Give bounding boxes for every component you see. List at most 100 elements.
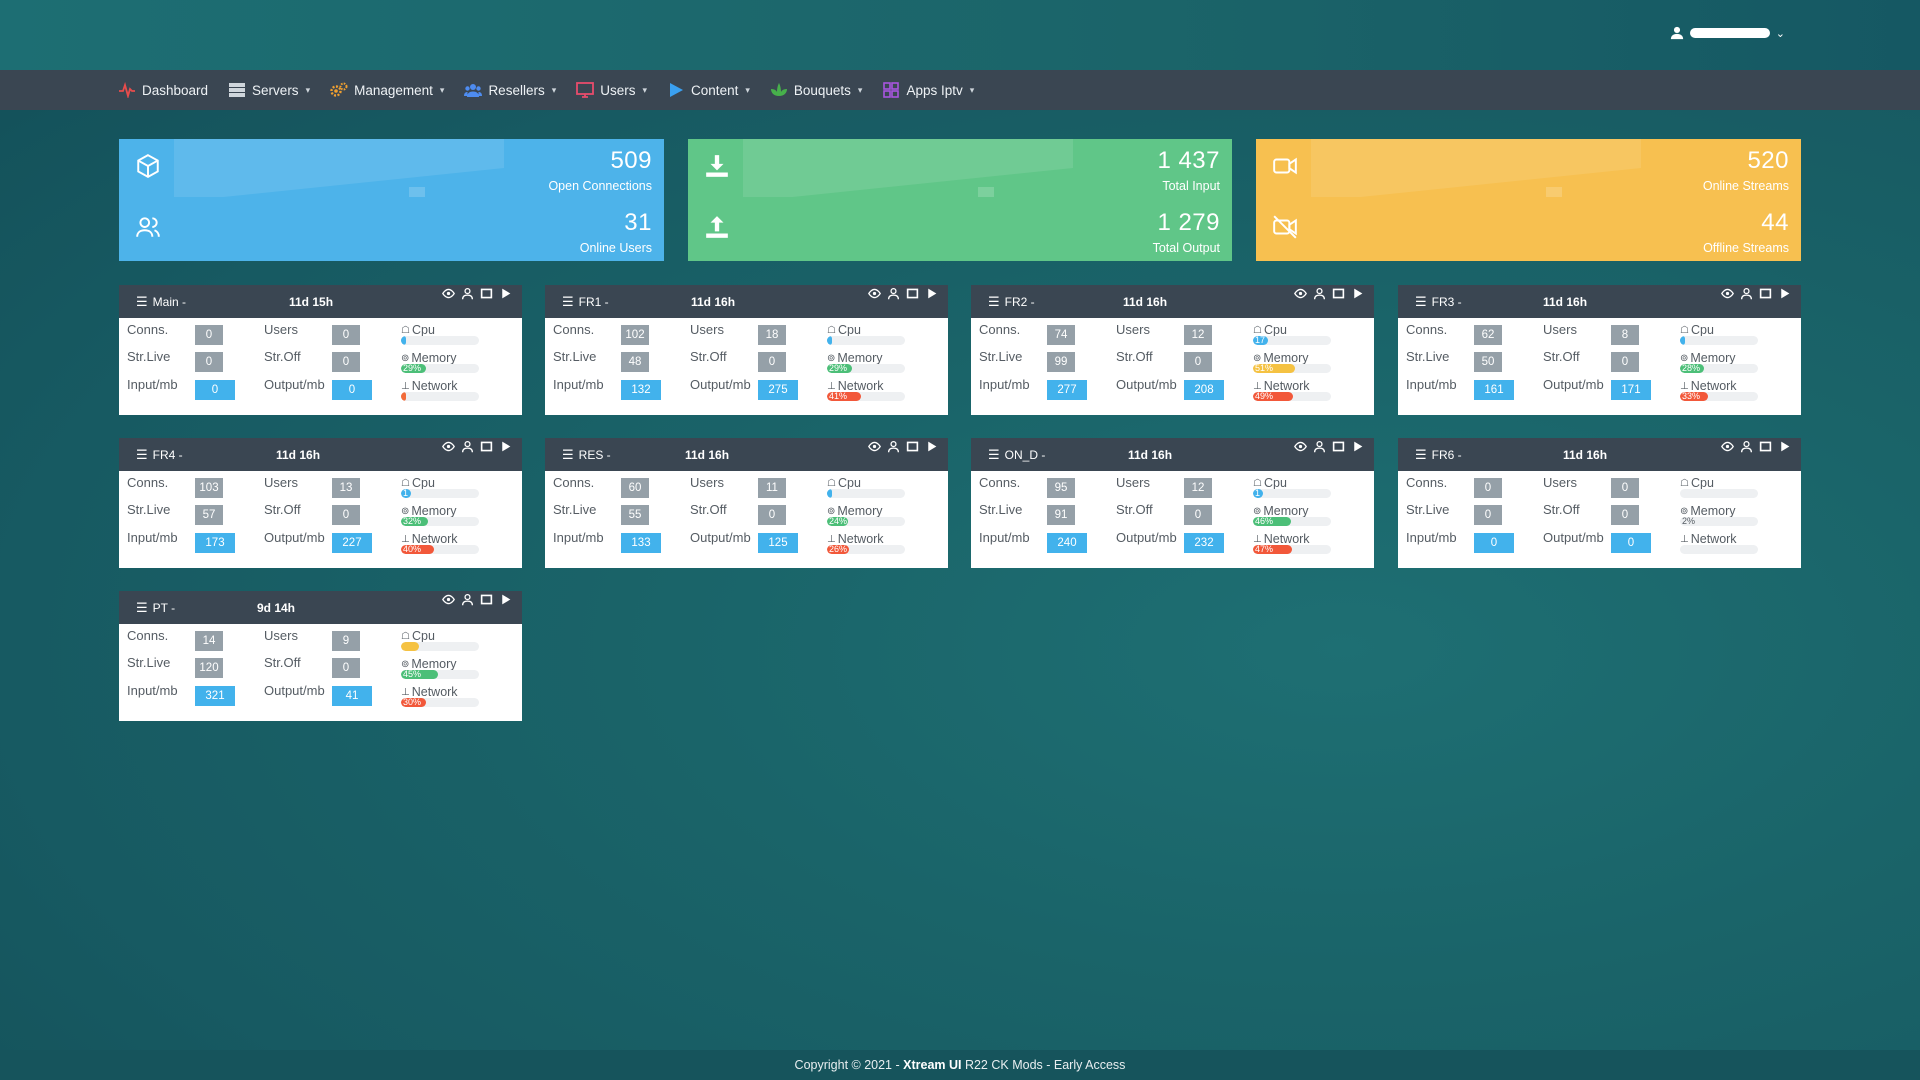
eye-icon[interactable]	[1721, 287, 1734, 300]
square-icon[interactable]	[1332, 440, 1345, 453]
memory-icon: ⊚	[1680, 352, 1689, 364]
user-icon[interactable]	[461, 440, 474, 453]
eye-icon[interactable]	[1721, 440, 1734, 453]
stat-label-output: Output/mb	[1543, 530, 1604, 545]
square-icon[interactable]	[1759, 287, 1772, 300]
stat-label-output: Output/mb	[264, 530, 325, 545]
memory-icon: ⊚	[1253, 505, 1262, 517]
stat-label-str-off: Str.Off	[264, 349, 301, 364]
network-progress-fill: 41%	[827, 392, 861, 401]
nav-item-management[interactable]: Management ▾	[330, 82, 444, 98]
square-icon[interactable]	[1759, 440, 1772, 453]
nav-item-apps-iptv[interactable]: Apps Iptv ▾	[882, 82, 974, 98]
value-str-live: 0	[195, 352, 223, 372]
chevron-down-icon: ▾	[642, 84, 648, 95]
play-icon[interactable]	[1778, 287, 1791, 300]
footer: Copyright © 2021 - Xtream UI R22 CK Mods…	[0, 1050, 1920, 1080]
eye-icon[interactable]	[1294, 287, 1307, 300]
play-icon[interactable]	[499, 287, 512, 300]
user-icon[interactable]	[461, 593, 474, 606]
value-conns: 102	[621, 325, 649, 345]
eye-icon[interactable]	[442, 287, 455, 300]
user-icon[interactable]	[1313, 440, 1326, 453]
server-title: ☰ PT -	[136, 600, 175, 616]
memory-icon: ⊚	[827, 352, 836, 364]
user-icon[interactable]	[1740, 287, 1753, 300]
user-icon[interactable]	[461, 287, 474, 300]
nav-item-dashboard[interactable]: Dashboard	[118, 82, 208, 98]
stat-label-users: Users	[264, 475, 298, 490]
user-icon[interactable]	[887, 287, 900, 300]
play-icon[interactable]	[1351, 287, 1364, 300]
server-card-header: ☰ PT - 9d 14h	[119, 591, 522, 624]
stat-label-output: Output/mb	[264, 683, 325, 698]
nav-item-bouquets[interactable]: Bouquets ▾	[770, 82, 862, 98]
play-icon[interactable]	[925, 287, 938, 300]
square-icon[interactable]	[1332, 287, 1345, 300]
play-icon[interactable]	[499, 440, 512, 453]
value-input: 173	[195, 533, 235, 553]
nav-item-label: Dashboard	[142, 82, 209, 98]
leaf-icon	[770, 82, 788, 98]
metric-memory: ⊚ Memory	[1680, 351, 1736, 365]
user-menu[interactable]: ⌄	[1670, 26, 1785, 40]
metric-label: Network	[1690, 532, 1737, 546]
cpu-progress-bar	[1680, 489, 1758, 498]
eye-icon[interactable]	[1294, 440, 1307, 453]
server-title: ☰ Main -	[136, 294, 186, 310]
server-card: ☰ PT - 9d 14h Conns. Str.Live Input/mb Users St…	[119, 591, 522, 721]
network-progress-text: 30%	[403, 698, 422, 707]
value-str-off: 0	[332, 352, 360, 372]
memory-progress-fill: 51%	[1253, 364, 1295, 373]
square-icon[interactable]	[906, 440, 919, 453]
cpu-progress-bar: 17	[1253, 336, 1331, 345]
server-card-header: ☰ FR6 - 11d 16h	[1398, 438, 1801, 471]
user-icon[interactable]	[887, 440, 900, 453]
metric-label: Cpu	[1690, 323, 1714, 337]
value-str-off: 0	[758, 505, 786, 525]
stat-label-str-live: Str.Live	[127, 502, 171, 517]
play-icon	[667, 82, 685, 98]
memory-icon: ⊚	[1680, 505, 1689, 517]
metric-cpu: ☖ Cpu	[401, 629, 435, 643]
square-icon[interactable]	[906, 287, 919, 300]
memory-progress-text: 32%	[403, 517, 422, 526]
eye-icon[interactable]	[442, 440, 455, 453]
value-output: 208	[1184, 380, 1224, 400]
play-icon[interactable]	[1778, 440, 1791, 453]
user-icon[interactable]	[1313, 287, 1326, 300]
metric-memory: ⊚ Memory	[1680, 504, 1736, 518]
cpu-progress-fill	[1680, 489, 1758, 498]
chevron-down-icon: ⌄	[1775, 27, 1785, 40]
nav-item-users[interactable]: Users ▾	[576, 82, 647, 98]
metric-cpu: ☖ Cpu	[401, 323, 435, 337]
value-input: 132	[621, 380, 661, 400]
nav-item-servers[interactable]: Servers ▾	[228, 82, 310, 98]
nav-item-resellers[interactable]: Resellers ▾	[464, 82, 556, 98]
stat-label-users: Users	[264, 628, 298, 643]
network-icon: ⊥	[401, 380, 410, 392]
square-icon[interactable]	[480, 440, 493, 453]
metric-cpu: ☖ Cpu	[1680, 476, 1714, 490]
nav-item-content[interactable]: Content ▾	[667, 82, 750, 98]
value-users: 0	[1611, 478, 1639, 498]
eye-icon[interactable]	[868, 440, 881, 453]
server-card-body: Conns. Str.Live Input/mb Users Str.Off Output…	[119, 471, 522, 568]
eye-icon[interactable]	[868, 287, 881, 300]
value-input: 0	[1474, 533, 1514, 553]
square-icon[interactable]	[480, 287, 493, 300]
value-str-off: 0	[332, 505, 360, 525]
apps-grid-icon	[882, 82, 900, 98]
play-icon[interactable]	[499, 593, 512, 606]
network-progress-text: 49%	[1255, 392, 1274, 401]
network-icon: ⊥	[1253, 380, 1262, 392]
square-icon[interactable]	[480, 593, 493, 606]
play-icon[interactable]	[1351, 440, 1364, 453]
total-output-label: Total Output	[1152, 241, 1220, 255]
user-icon[interactable]	[1740, 440, 1753, 453]
eye-icon[interactable]	[442, 593, 455, 606]
play-icon[interactable]	[925, 440, 938, 453]
memory-progress-fill: 32%	[401, 517, 428, 526]
value-output: 171	[1611, 380, 1651, 400]
server-card: ☰ RES - 11d 16h Conns. Str.Live Input/mb Users…	[545, 438, 948, 568]
